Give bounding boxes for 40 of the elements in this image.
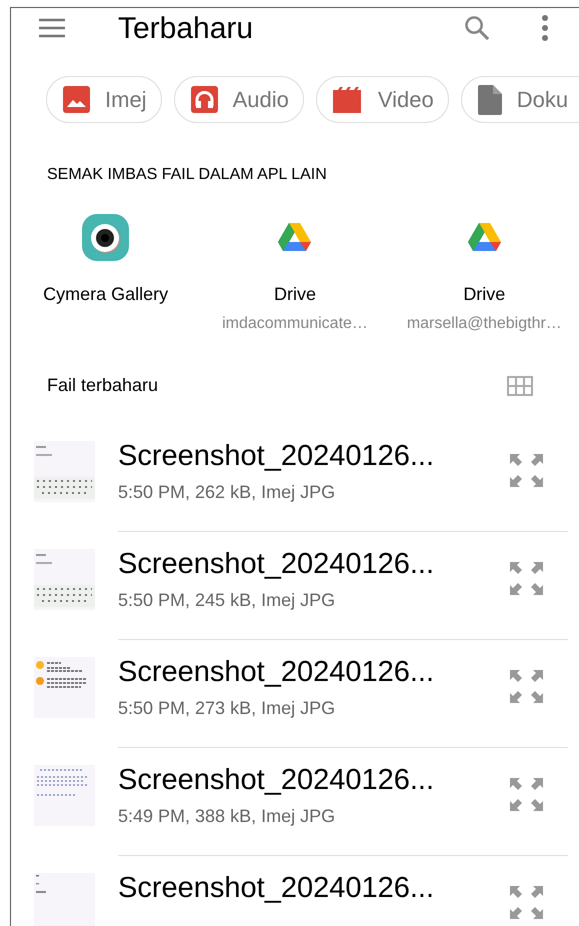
file-name: Screenshot_20240126... — [118, 655, 436, 689]
file-name: Screenshot_20240126... — [118, 763, 436, 797]
file-name: Screenshot_20240126... — [118, 547, 436, 581]
filter-chip[interactable]: Doku — [460, 76, 579, 123]
file-details: 5:49 PM, 388 kB, Imej JPG — [118, 805, 336, 828]
section-heading: SEMAK IMBAS FAIL DALAM APL LAIN — [47, 165, 328, 185]
filter-chip[interactable]: Video — [316, 76, 449, 123]
camera-lens-icon — [82, 214, 130, 260]
file-details: 5:50 PM, 273 kB, Imej JPG — [118, 697, 336, 720]
image-icon — [63, 86, 90, 113]
grid-view-icon[interactable] — [507, 376, 533, 396]
file-name: Screenshot_20240126... — [118, 871, 436, 905]
app-name: Drive — [463, 283, 506, 306]
expand-icon[interactable] — [509, 669, 544, 704]
more-options-icon[interactable] — [541, 15, 549, 41]
expand-icon[interactable] — [509, 561, 544, 596]
filter-chip[interactable]: Audio — [174, 76, 304, 123]
menu-icon[interactable] — [38, 18, 66, 38]
app-title: Terbaharu — [118, 10, 254, 46]
document-icon — [478, 84, 502, 114]
account-email: imdacommunicate… — [222, 314, 368, 334]
app-name: Drive — [274, 283, 316, 306]
account-email: marsella@thebigthr… — [406, 314, 562, 334]
file-details: 5:50 PM, 262 kB, Imej JPG — [118, 481, 336, 504]
app-name: Cymera Gallery — [43, 283, 168, 306]
file-name: Screenshot_20240126... — [118, 439, 436, 473]
drive-logo-icon — [468, 222, 501, 252]
clapperboard-icon — [332, 86, 363, 112]
app-shortcut[interactable]: Cymera Gallery — [11, 213, 200, 336]
filter-chip[interactable]: Imej — [46, 76, 162, 123]
search-icon[interactable] — [463, 14, 491, 42]
app-shortcut[interactable]: Drive imdacommunicate… — [200, 213, 390, 336]
drive-logo-icon — [278, 222, 312, 252]
section-heading: Fail terbaharu — [47, 374, 158, 397]
expand-icon[interactable] — [509, 453, 544, 488]
expand-icon[interactable] — [509, 885, 544, 920]
app-shortcut[interactable]: Drive marsella@thebigthr… — [390, 213, 579, 336]
expand-icon[interactable] — [509, 777, 544, 812]
file-details: 5:50 PM, 245 kB, Imej JPG — [118, 589, 336, 612]
headphones-icon — [190, 86, 218, 113]
